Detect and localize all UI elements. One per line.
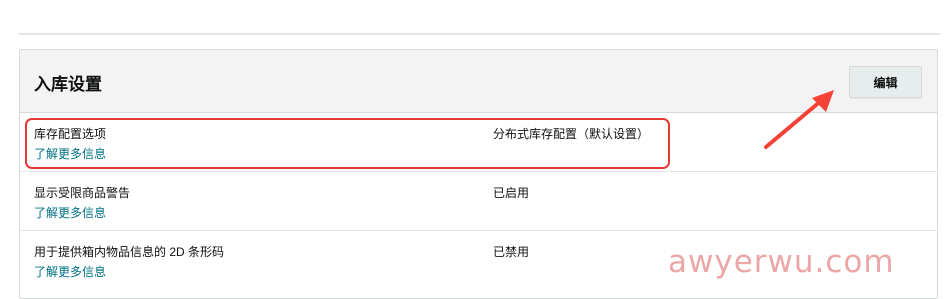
learn-more-link[interactable]: 了解更多信息	[34, 145, 106, 162]
row-label: 库存配置选项	[34, 127, 107, 141]
row-label: 显示受限商品警告	[34, 186, 131, 200]
top-divider	[19, 33, 940, 35]
row-value: 分布式库存配置（默认设置）	[493, 127, 650, 141]
watermark: awyerwu.com	[668, 244, 895, 280]
red-arrow-icon	[764, 90, 834, 149]
settings-row-restricted-warning: 显示受限商品警告 了解更多信息 已启用	[20, 172, 937, 231]
row-value: 已禁用	[493, 245, 530, 259]
learn-more-link[interactable]: 了解更多信息	[34, 263, 106, 280]
row-label: 用于提供箱内物品信息的 2D 条形码	[34, 245, 225, 259]
section-title: 入库设置	[34, 75, 102, 94]
row-value: 已启用	[493, 186, 530, 200]
edit-button[interactable]: 编辑	[849, 66, 922, 98]
learn-more-link[interactable]: 了解更多信息	[34, 204, 106, 221]
